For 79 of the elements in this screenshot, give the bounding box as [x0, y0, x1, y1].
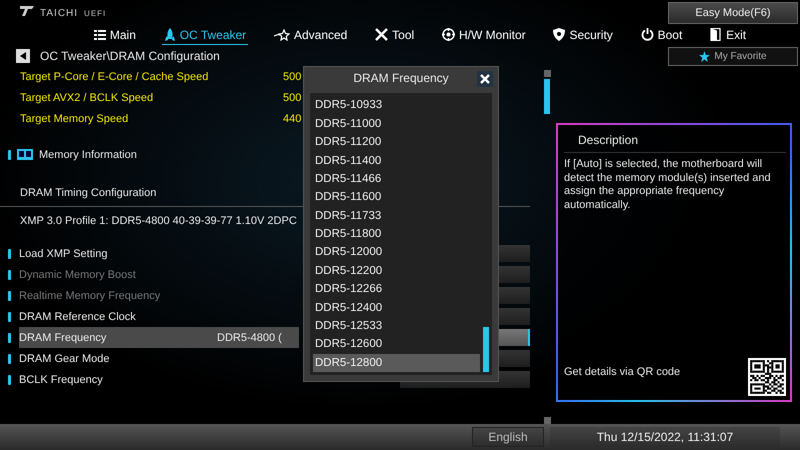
- favorite-button[interactable]: My Favorite: [668, 46, 798, 66]
- nav-tab[interactable]: Main: [92, 26, 138, 44]
- frequency-option[interactable]: DDR5-11600: [313, 188, 480, 206]
- target-speed-label: Target Memory Speed: [20, 112, 130, 124]
- nav-tab[interactable]: Security: [551, 26, 615, 44]
- left-arrow-icon: [20, 52, 26, 60]
- target-speed-value: 500: [283, 92, 302, 104]
- setting-label: Load XMP Setting: [19, 248, 108, 260]
- nav-tab[interactable]: Exit: [708, 26, 748, 44]
- frequency-option[interactable]: DDR5-12800: [313, 354, 480, 372]
- setting-label: DRAM Frequency: [19, 332, 108, 344]
- frequency-option[interactable]: DDR5-11800: [313, 224, 480, 244]
- door-icon: [710, 28, 722, 41]
- item-marker: [8, 248, 11, 258]
- item-marker: [8, 290, 11, 300]
- setting-label: DRAM Reference Clock: [19, 310, 137, 322]
- nav-tab[interactable]: H/W Monitor: [440, 26, 528, 44]
- item-marker: [8, 374, 11, 384]
- nav-tab[interactable]: OC Tweaker: [162, 26, 248, 44]
- item-marker: [8, 270, 11, 280]
- item-marker: [8, 312, 11, 322]
- target-speed-value: 440: [283, 112, 302, 124]
- setting-label: Dynamic Memory Boost: [19, 268, 137, 280]
- setting-label: Realtime Memory Frequency: [19, 290, 162, 302]
- nav-tab[interactable]: Advanced: [272, 26, 350, 44]
- item-marker: [8, 354, 11, 364]
- star-icon: [699, 50, 710, 62]
- setting-label: BCLK Frequency: [19, 374, 104, 386]
- date-time: Thu 12/15/2022, 11:31:07: [550, 427, 780, 447]
- panel-title: Description: [564, 125, 786, 153]
- setting-row[interactable]: DRAM Gear Mode: [19, 348, 299, 369]
- rocket-icon: [164, 28, 176, 42]
- language-button[interactable]: English: [472, 427, 544, 447]
- frequency-option[interactable]: DDR5-11733: [313, 206, 480, 225]
- dialog-title: DRAM Frequency: [353, 71, 449, 86]
- easy-mode-button[interactable]: Easy Mode(F6): [668, 2, 798, 24]
- qr-caption: Get details via QR code: [564, 366, 680, 380]
- setting-row[interactable]: BCLK Frequency: [19, 369, 299, 390]
- tools-icon: [375, 28, 388, 41]
- setting-row[interactable]: Load XMP Setting: [19, 243, 299, 264]
- description-text: If [Auto] is selected, the motherboard will detect the memory module(s) inserted and assign the appropriate frequency automatically.: [564, 157, 772, 212]
- qr-code-icon: [748, 358, 786, 396]
- setting-label: DRAM Gear Mode: [19, 352, 110, 364]
- logo-icon: [20, 6, 34, 16]
- power-icon: [640, 28, 654, 41]
- frequency-option[interactable]: DDR5-12400: [313, 298, 480, 317]
- section-heading: DRAM Timing Configuration: [20, 187, 156, 199]
- star-swoosh-icon: [274, 28, 290, 40]
- nav-tab[interactable]: Tool: [373, 26, 416, 44]
- brand-logo: TAICHI: [40, 8, 78, 19]
- back-button[interactable]: [16, 49, 30, 63]
- logo-subtitle: UEFI: [84, 9, 106, 18]
- setting-row[interactable]: DRAM Reference Clock: [19, 306, 299, 327]
- frequency-option[interactable]: DDR5-12600: [313, 335, 480, 354]
- nav-tab[interactable]: Boot: [638, 26, 684, 44]
- target-speed-label: Target AVX2 / BCLK Speed: [20, 92, 154, 104]
- item-marker: [8, 150, 11, 160]
- breadcrumb: OC Tweaker\DRAM Configuration: [40, 49, 220, 63]
- submenu-link[interactable]: Memory Information: [39, 148, 137, 160]
- frequency-option[interactable]: DDR5-11466: [313, 170, 480, 188]
- list-icon: [94, 28, 106, 40]
- target-icon: [442, 28, 455, 41]
- frequency-option[interactable]: DDR5-12200: [313, 262, 480, 280]
- shield-icon: [553, 28, 566, 41]
- profile-info: XMP 3.0 Profile 1: DDR5-4800 40-39-39-77 1.10V 2DPC: [20, 214, 297, 226]
- frequency-option[interactable]: DDR5-12000: [313, 243, 480, 262]
- close-button[interactable]: [477, 71, 493, 87]
- frequency-option[interactable]: DDR5-11000: [313, 114, 480, 133]
- frequency-option[interactable]: DDR5-10933: [313, 96, 480, 115]
- item-marker: [8, 332, 11, 342]
- frequency-option[interactable]: DDR5-11200: [313, 132, 480, 152]
- setting-value: DDR5-4800 (: [217, 332, 282, 344]
- target-speed-label: Target P-Core / E-Core / Cache Speed: [20, 70, 210, 82]
- frequency-option[interactable]: DDR5-12533: [313, 316, 480, 336]
- frequency-option[interactable]: DDR5-11400: [313, 151, 480, 170]
- setting-row[interactable]: DRAM Frequency DDR5-4800 (: [19, 327, 299, 348]
- memory-icon: [17, 149, 33, 160]
- target-speed-value: 500: [283, 70, 302, 82]
- frequency-option[interactable]: DDR5-12266: [313, 280, 480, 298]
